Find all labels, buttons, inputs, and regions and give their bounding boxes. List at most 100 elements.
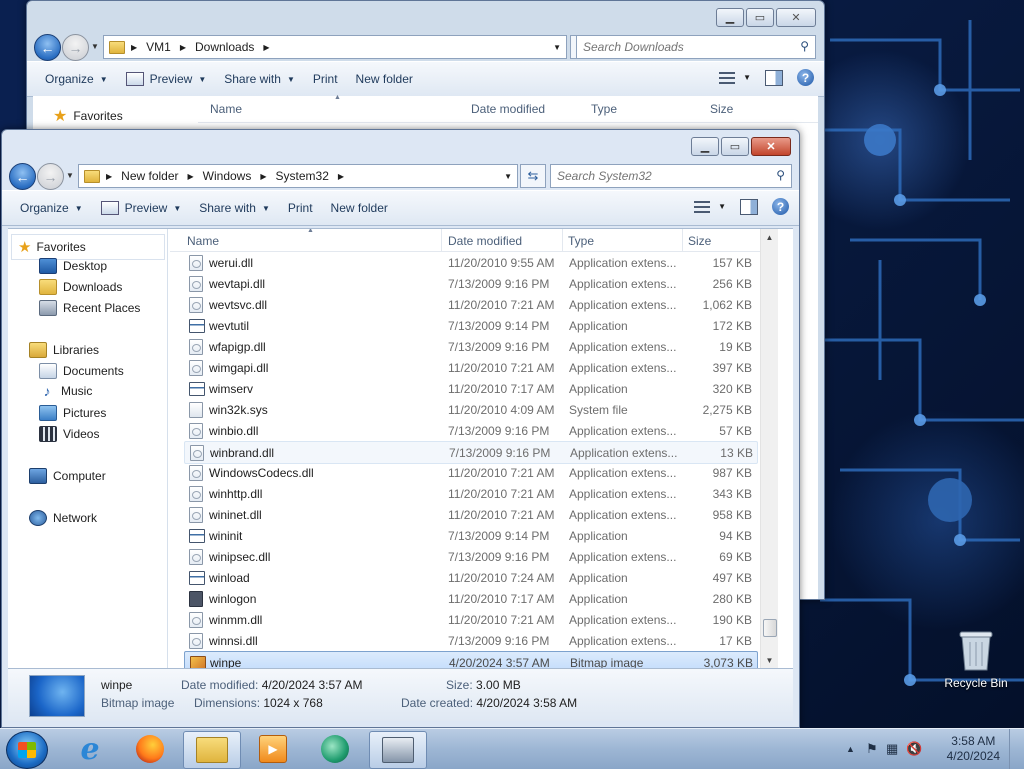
back-button[interactable]: ← bbox=[9, 163, 36, 190]
organize-button[interactable]: Organize ▼ bbox=[45, 72, 108, 86]
help-button[interactable]: ? bbox=[772, 198, 789, 215]
new-folder-button[interactable]: New folder bbox=[331, 201, 388, 215]
share-with-button[interactable]: Share with ▼ bbox=[224, 72, 295, 86]
file-row[interactable]: win32k.sys 11/20/2010 4:09 AM System file 2… bbox=[184, 399, 756, 420]
preview-pane-button[interactable] bbox=[765, 69, 783, 86]
maximize-button[interactable]: ▭ bbox=[746, 8, 774, 27]
taskbar-firefox[interactable] bbox=[122, 731, 178, 767]
column-date-modified[interactable]: Date modified bbox=[471, 102, 545, 116]
scrollbar-thumb[interactable] bbox=[763, 619, 777, 637]
search-icon[interactable]: ⚲ bbox=[800, 39, 809, 53]
file-row[interactable]: werui.dll 11/20/2010 9:55 AM Application e… bbox=[184, 252, 756, 273]
maximize-button[interactable]: ▭ bbox=[721, 137, 749, 156]
clock[interactable]: 3:58 AM 4/20/2024 bbox=[947, 734, 1000, 764]
title-bar[interactable]: ▁ ▭ ✕ bbox=[27, 1, 824, 31]
file-row[interactable]: wevtutil 7/13/2009 9:14 PM Application 172 … bbox=[184, 315, 756, 336]
action-center-flag-icon[interactable]: ⚑ bbox=[866, 741, 878, 757]
network-status-icon[interactable]: ▦ bbox=[886, 741, 898, 757]
back-button[interactable]: ← bbox=[34, 34, 61, 61]
show-hidden-icons-icon[interactable]: ▲ bbox=[846, 744, 855, 754]
close-button[interactable]: ✕ bbox=[776, 8, 816, 27]
recycle-bin[interactable]: Recycle Bin bbox=[940, 628, 1012, 690]
close-button[interactable]: ✕ bbox=[751, 137, 791, 156]
print-button[interactable]: Print bbox=[288, 201, 313, 215]
nav-music[interactable]: ♪ Music bbox=[39, 384, 93, 398]
column-size[interactable]: Size bbox=[710, 102, 733, 116]
address-dropdown-icon[interactable]: ▼ bbox=[553, 43, 561, 52]
address-bar[interactable]: ▶ New folder ▶ Windows ▶ System32 ▶ ▼ bbox=[78, 164, 518, 188]
breadcrumb-vm1[interactable]: VM1 bbox=[146, 40, 171, 54]
organize-button[interactable]: Organize ▼ bbox=[20, 201, 83, 215]
file-row[interactable]: WindowsCodecs.dll 11/20/2010 7:21 AM Appli… bbox=[184, 462, 756, 483]
taskbar-internet-explorer[interactable]: e bbox=[62, 731, 118, 767]
chevron-right-icon[interactable]: ▶ bbox=[180, 43, 186, 52]
nav-documents[interactable]: Documents bbox=[39, 363, 124, 379]
search-icon[interactable]: ⚲ bbox=[776, 168, 785, 182]
share-with-button[interactable]: Share with ▼ bbox=[199, 201, 270, 215]
forward-button[interactable]: → bbox=[62, 34, 89, 61]
chevron-right-icon[interactable]: ▶ bbox=[260, 172, 266, 181]
nav-favorites[interactable]: ★ Favorites bbox=[53, 106, 123, 126]
file-row[interactable]: wevtsvc.dll 11/20/2010 7:21 AM Application… bbox=[184, 294, 756, 315]
column-type[interactable]: Type bbox=[591, 102, 617, 116]
file-row[interactable]: winipsec.dll 7/13/2009 9:16 PM Application… bbox=[184, 546, 756, 567]
search-box[interactable]: ⚲ bbox=[576, 35, 816, 59]
recent-pages-dropdown[interactable]: ▼ bbox=[91, 42, 99, 51]
scroll-down-icon[interactable]: ▼ bbox=[761, 652, 778, 669]
chevron-right-icon[interactable]: ▶ bbox=[263, 43, 269, 52]
change-view-button[interactable]: ▼ bbox=[719, 71, 751, 84]
minimize-button[interactable]: ▁ bbox=[691, 137, 719, 156]
file-row[interactable]: winbrand.dll 7/13/2009 9:16 PM Application… bbox=[184, 441, 758, 464]
chevron-right-icon[interactable]: ▶ bbox=[131, 43, 137, 52]
column-name[interactable]: Name bbox=[210, 102, 242, 116]
help-button[interactable]: ? bbox=[797, 69, 814, 86]
nav-desktop[interactable]: Desktop bbox=[39, 258, 107, 274]
taskbar-app-green[interactable] bbox=[307, 731, 363, 767]
volume-muted-icon[interactable]: 🔇 bbox=[906, 741, 922, 757]
taskbar-windows-explorer[interactable] bbox=[183, 731, 241, 769]
title-bar[interactable]: ▁ ▭ ✕ bbox=[2, 130, 799, 160]
nav-recent-places[interactable]: Recent Places bbox=[39, 300, 140, 316]
forward-button[interactable]: → bbox=[37, 163, 64, 190]
nav-pictures[interactable]: Pictures bbox=[39, 405, 106, 421]
preview-button[interactable]: Preview ▼ bbox=[125, 72, 206, 86]
file-row[interactable]: winlogon 11/20/2010 7:17 AM Application 280… bbox=[184, 588, 756, 609]
print-button[interactable]: Print bbox=[313, 72, 338, 86]
file-row[interactable]: winnsi.dll 7/13/2009 9:16 PM Application e… bbox=[184, 630, 756, 651]
change-view-button[interactable]: ▼ bbox=[694, 200, 726, 213]
file-row[interactable]: wimserv 11/20/2010 7:17 AM Application 320 … bbox=[184, 378, 756, 399]
nav-downloads[interactable]: Downloads bbox=[39, 279, 122, 295]
start-button[interactable] bbox=[6, 731, 48, 769]
column-size[interactable]: Size bbox=[688, 234, 711, 248]
system32-window[interactable]: ▁ ▭ ✕ ← → ▼ ▶ New folder ▶ Windows ▶ Sys… bbox=[1, 129, 800, 728]
file-row[interactable]: winhttp.dll 11/20/2010 7:21 AM Application… bbox=[184, 483, 756, 504]
refresh-button[interactable]: ⇆ bbox=[520, 164, 546, 188]
file-row[interactable]: winpe 4/20/2024 3:57 AM Bitmap image 3,073 … bbox=[184, 651, 758, 669]
preview-button[interactable]: Preview ▼ bbox=[100, 201, 181, 215]
breadcrumb-new-folder[interactable]: New folder bbox=[121, 169, 178, 183]
vertical-scrollbar[interactable]: ▲ ▼ bbox=[760, 229, 778, 669]
column-type[interactable]: Type bbox=[568, 234, 594, 248]
minimize-button[interactable]: ▁ bbox=[716, 8, 744, 27]
taskbar-network-app[interactable] bbox=[369, 731, 427, 769]
chevron-right-icon[interactable]: ▶ bbox=[338, 172, 344, 181]
file-row[interactable]: wfapigp.dll 7/13/2009 9:16 PM Application … bbox=[184, 336, 756, 357]
nav-computer[interactable]: Computer bbox=[29, 468, 106, 484]
nav-videos[interactable]: Videos bbox=[39, 426, 99, 442]
search-input[interactable] bbox=[551, 168, 759, 184]
chevron-right-icon[interactable]: ▶ bbox=[188, 172, 194, 181]
file-row[interactable]: winbio.dll 7/13/2009 9:16 PM Application e… bbox=[184, 420, 756, 441]
file-row[interactable]: wimgapi.dll 11/20/2010 7:21 AM Application… bbox=[184, 357, 756, 378]
file-row[interactable]: wininet.dll 11/20/2010 7:21 AM Application… bbox=[184, 504, 756, 525]
column-name[interactable]: Name bbox=[187, 234, 219, 248]
address-bar[interactable]: ▶ VM1 ▶ Downloads ▶ ▼ bbox=[103, 35, 567, 59]
recent-pages-dropdown[interactable]: ▼ bbox=[66, 171, 74, 180]
file-row[interactable]: wevtapi.dll 7/13/2009 9:16 PM Application … bbox=[184, 273, 756, 294]
nav-libraries[interactable]: Libraries bbox=[29, 342, 99, 358]
search-box[interactable]: ⚲ bbox=[550, 164, 792, 188]
column-date-modified[interactable]: Date modified bbox=[448, 234, 522, 248]
file-row[interactable]: wininit 7/13/2009 9:14 PM Application 94 KB bbox=[184, 525, 756, 546]
address-dropdown-icon[interactable]: ▼ bbox=[504, 172, 512, 181]
show-desktop-button[interactable] bbox=[1009, 729, 1024, 769]
breadcrumb-system32[interactable]: System32 bbox=[276, 169, 329, 183]
